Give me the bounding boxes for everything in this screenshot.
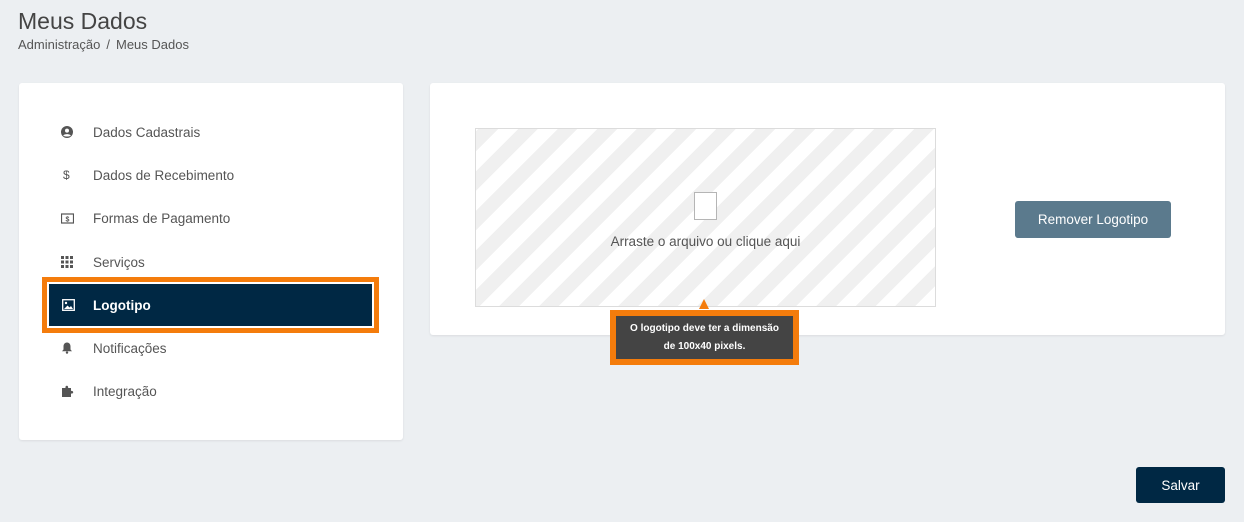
sidebar-item-label: Logotipo bbox=[93, 297, 151, 313]
sidebar-item-label: Dados Cadastrais bbox=[93, 124, 201, 140]
tooltip-line-1: O logotipo deve ter a dimensão bbox=[630, 323, 779, 334]
tooltip-content: O logotipo deve ter a dimensão de 100x40… bbox=[616, 316, 793, 359]
save-button[interactable]: Salvar bbox=[1136, 467, 1225, 503]
logo-upload-card: Arraste o arquivo ou clique aqui Remover… bbox=[430, 83, 1225, 335]
puzzle-icon bbox=[49, 385, 93, 398]
tooltip-arrow bbox=[699, 299, 709, 309]
svg-text:$: $ bbox=[66, 216, 70, 223]
sidebar-item-label: Serviços bbox=[93, 254, 145, 270]
sidebar-item-logotipo[interactable]: Logotipo bbox=[42, 277, 379, 333]
sidebar-item-dados-recebimento[interactable]: $ Dados de Recebimento bbox=[49, 157, 373, 193]
grid-icon bbox=[49, 256, 93, 268]
user-circle-icon bbox=[49, 126, 93, 138]
sidebar: Dados Cadastrais $ Dados de Recebimento … bbox=[19, 83, 403, 440]
dollar-icon: $ bbox=[63, 168, 70, 182]
remove-logo-button[interactable]: Remover Logotipo bbox=[1015, 201, 1171, 238]
sidebar-item-dados-cadastrais[interactable]: Dados Cadastrais bbox=[49, 114, 373, 150]
sidebar-item-label: Integração bbox=[93, 383, 157, 399]
bell-icon bbox=[49, 342, 93, 354]
image-icon bbox=[49, 299, 93, 311]
sidebar-item-integracao[interactable]: Integração bbox=[49, 373, 373, 409]
sidebar-item-notificacoes[interactable]: Notificações bbox=[49, 330, 373, 366]
breadcrumb: Administração / Meus Dados bbox=[18, 37, 189, 52]
sidebar-item-formas-pagamento[interactable]: $ Formas de Pagamento bbox=[49, 200, 373, 236]
dropzone-text: Arraste o arquivo ou clique aqui bbox=[610, 234, 801, 249]
money-bill-icon: $ bbox=[49, 212, 93, 224]
tooltip-line-2: de 100x40 pixels. bbox=[663, 341, 746, 352]
page-title: Meus Dados bbox=[18, 8, 148, 34]
sidebar-item-label: Notificações bbox=[93, 340, 167, 356]
breadcrumb-current: Meus Dados bbox=[116, 37, 189, 52]
sidebar-item-servicos[interactable]: Serviços bbox=[49, 244, 373, 280]
breadcrumb-separator: / bbox=[106, 37, 110, 52]
logo-size-tooltip: O logotipo deve ter a dimensão de 100x40… bbox=[610, 310, 799, 365]
sidebar-item-logotipo-inner: Logotipo bbox=[49, 284, 372, 326]
logo-dropzone[interactable]: Arraste o arquivo ou clique aqui bbox=[475, 128, 936, 307]
sidebar-item-label: Dados de Recebimento bbox=[93, 167, 235, 183]
breadcrumb-link-administracao[interactable]: Administração bbox=[18, 37, 100, 52]
file-icon bbox=[694, 192, 717, 220]
sidebar-item-label: Formas de Pagamento bbox=[93, 210, 231, 226]
